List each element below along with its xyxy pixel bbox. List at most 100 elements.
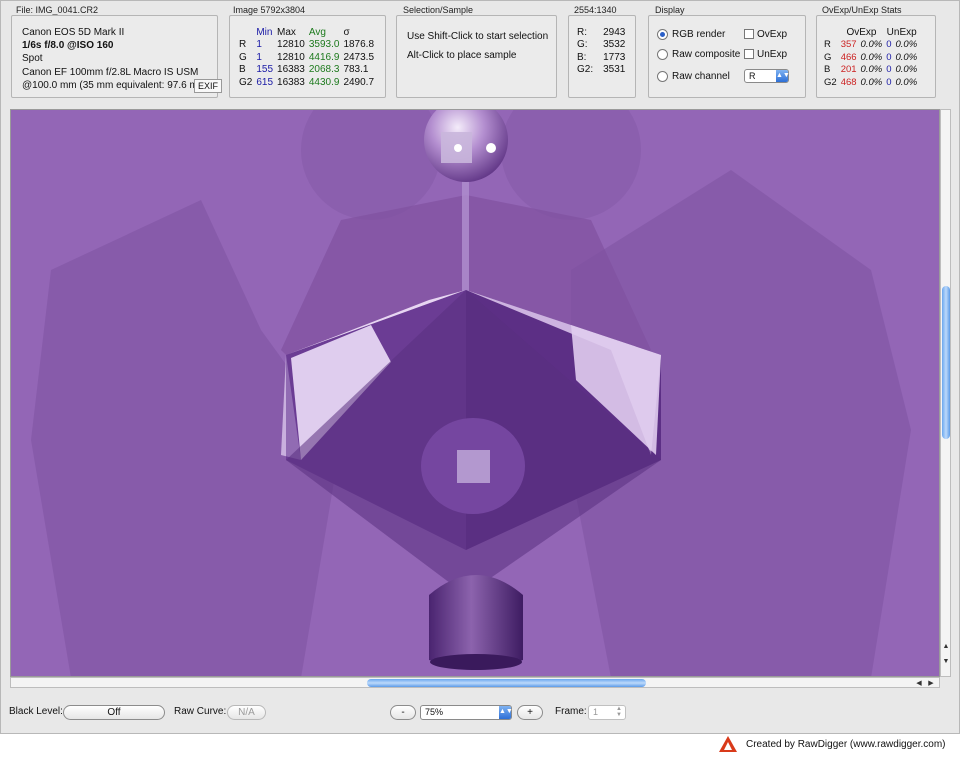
row-ov-count: 201 xyxy=(840,64,857,76)
scroll-up-icon[interactable]: ▲ xyxy=(941,643,951,650)
horizontal-scroll-thumb[interactable] xyxy=(367,679,646,687)
black-level-button[interactable]: Off xyxy=(63,705,165,720)
raw-channel-radio[interactable] xyxy=(657,71,668,82)
rgb-render-radio[interactable] xyxy=(657,29,668,40)
table-row: G2 615 16383 4430.9 2490.7 xyxy=(237,76,376,89)
row-channel: B xyxy=(824,64,831,76)
row-un-count: 0 xyxy=(886,64,892,76)
row-channel: G2 xyxy=(239,76,253,88)
row-un-pct: 0.0% xyxy=(895,76,918,88)
rgb-render-label: RGB render xyxy=(672,29,726,40)
zoom-value: 75% xyxy=(425,707,444,717)
rawdigger-window: File: IMG_0041.CR2 Canon EOS 5D Mark II … xyxy=(0,0,960,734)
selection-panel: Use Shift-Click to start selection Alt-C… xyxy=(396,15,557,98)
ovexp-label: OvExp xyxy=(757,29,788,40)
scroll-right-icon[interactable]: ▶ xyxy=(926,679,936,687)
row-max: 12810 xyxy=(277,51,305,63)
table-row: G: 3532 xyxy=(575,39,627,52)
row-un-pct: 0.0% xyxy=(895,64,918,76)
ovexp-header-ov: OvExp xyxy=(846,26,877,38)
row-un-pct: 0.0% xyxy=(895,51,918,63)
raw-curve-button[interactable]: N/A xyxy=(227,705,266,720)
frame-value: 1 xyxy=(593,707,599,717)
row-avg: 2068.3 xyxy=(308,64,340,76)
sample-value: 3532 xyxy=(603,39,626,51)
selection-caption: Selection/Sample xyxy=(403,5,474,15)
sample-label: G: xyxy=(577,39,588,51)
stats-header-avg: Avg xyxy=(308,26,326,38)
row-avg: 4430.9 xyxy=(308,76,340,88)
raw-composite-label: Raw composite xyxy=(672,49,741,60)
vertical-scrollbar[interactable]: ▲ ▼ xyxy=(940,109,951,677)
row-ov-count: 468 xyxy=(840,76,857,88)
file-info-panel: Canon EOS 5D Mark II 1/6s f/8.0 @ISO 160… xyxy=(11,15,222,98)
zoom-select[interactable]: 75% ▲▼ xyxy=(420,705,513,720)
table-row: B 201 0.0% 0 0.0% xyxy=(822,64,919,77)
row-sigma: 2473.5 xyxy=(343,51,375,63)
table-row: G2: 3531 xyxy=(575,64,627,77)
row-ov-pct: 0.0% xyxy=(860,76,883,88)
row-ov-pct: 0.0% xyxy=(860,51,883,63)
rawdigger-logo-icon xyxy=(719,736,737,752)
table-row: R 1 12810 3593.0 1876.8 xyxy=(237,39,376,52)
row-channel: R xyxy=(824,39,831,51)
sample-label: R: xyxy=(577,26,587,38)
raw-composite-radio[interactable] xyxy=(657,49,668,60)
stats-header-min: Min xyxy=(256,26,273,38)
ovexp-checkbox[interactable] xyxy=(744,29,754,39)
file-caption: File: IMG_0041.CR2 xyxy=(16,5,99,15)
row-sigma: 1876.8 xyxy=(343,39,375,51)
unexp-label: UnExp xyxy=(757,49,788,60)
selection-hint: Use Shift-Click to start selection xyxy=(407,31,549,42)
display-panel: RGB render Raw composite Raw channel OvE… xyxy=(648,15,806,98)
sample-value: 1773 xyxy=(603,51,626,63)
table-row: B: 1773 xyxy=(575,51,627,64)
stats-header-channel xyxy=(237,26,254,39)
image-caption: Image 5792x3804 xyxy=(233,5,306,15)
zoom-in-button[interactable]: + xyxy=(517,705,543,720)
stats-header-row: Min Max Avg σ xyxy=(237,26,376,39)
horizontal-scrollbar[interactable]: ◀ ▶ xyxy=(10,677,940,688)
exif-button[interactable]: EXIF xyxy=(194,79,222,93)
sample-values-panel: R: 2943 G: 3532 B: 1773 G2: 3531 xyxy=(568,15,636,98)
ovexp-stats-table: OvExp UnExp R 357 0.0% 0 0.0% G 466 0.0%… xyxy=(822,26,919,89)
zoom-out-button[interactable]: - xyxy=(390,705,416,720)
frame-label: Frame: xyxy=(555,706,587,717)
chevron-updown-icon: ▲▼ xyxy=(776,70,790,82)
scroll-down-icon[interactable]: ▼ xyxy=(941,658,951,665)
raw-channel-label: Raw channel xyxy=(672,71,730,82)
sample-values-table: R: 2943 G: 3532 B: 1773 G2: 3531 xyxy=(575,26,627,76)
raw-image-viewer[interactable] xyxy=(10,109,940,677)
exposure-settings: 1/6s f/8.0 @ISO 160 xyxy=(22,40,114,52)
row-un-count: 0 xyxy=(886,39,892,51)
ovexp-stats-panel: OvExp UnExp R 357 0.0% 0 0.0% G 466 0.0%… xyxy=(816,15,936,98)
row-un-count: 0 xyxy=(886,51,892,63)
table-row: G 1 12810 4416.9 2473.5 xyxy=(237,51,376,64)
vertical-scroll-thumb[interactable] xyxy=(942,286,950,439)
raw-image-preview xyxy=(11,110,939,676)
row-ov-count: 357 xyxy=(840,39,857,51)
unexp-checkbox[interactable] xyxy=(744,49,754,59)
row-sigma: 2490.7 xyxy=(343,76,375,88)
row-ov-pct: 0.0% xyxy=(860,64,883,76)
display-caption: Display xyxy=(655,5,685,15)
sample-label: B: xyxy=(577,51,587,63)
table-row: B 155 16383 2068.3 783.1 xyxy=(237,64,376,77)
row-avg: 3593.0 xyxy=(308,39,340,51)
stepper-arrows-icon: ▲ ▼ xyxy=(616,706,622,718)
footer-credit: Created by RawDigger (www.rawdigger.com) xyxy=(746,739,946,750)
sample-coords-caption: 2554:1340 xyxy=(574,5,617,15)
raw-channel-select[interactable]: R ▲▼ xyxy=(744,69,790,83)
row-max: 16383 xyxy=(277,76,305,88)
camera-model: Canon EOS 5D Mark II xyxy=(22,27,125,38)
frame-stepper[interactable]: 1 ▲ ▼ xyxy=(588,705,626,720)
row-ov-pct: 0.0% xyxy=(860,39,883,51)
image-stats-panel: Min Max Avg σ R 1 12810 3593.0 1876.8 G … xyxy=(229,15,386,98)
stats-header-row: OvExp UnExp xyxy=(822,26,919,39)
sample-value: 2943 xyxy=(603,26,626,38)
scroll-left-icon[interactable]: ◀ xyxy=(914,679,924,687)
sample-hint: Alt-Click to place sample xyxy=(407,50,517,61)
ovexp-stats-caption: OvExp/UnExp Stats xyxy=(822,5,902,15)
row-min: 155 xyxy=(256,64,274,76)
row-un-count: 0 xyxy=(886,76,892,88)
